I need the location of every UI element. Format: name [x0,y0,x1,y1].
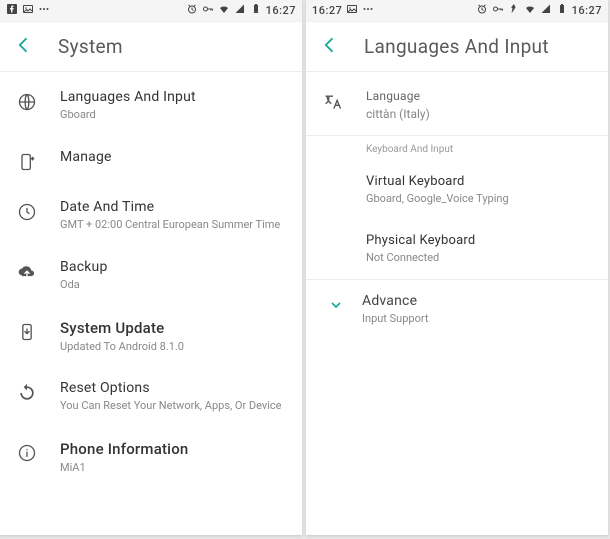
image-icon [346,3,358,18]
wifi-icon [218,3,230,18]
back-button[interactable] [320,35,340,59]
appbar-right: Languages And Input [306,22,608,72]
alarm-icon [476,3,488,18]
row-value: Not Connected [366,251,592,266]
key-icon [492,3,504,18]
restore-icon [16,382,38,404]
more-icon [362,3,374,18]
row-system-update[interactable]: System Update Updated To Android 8.1.0 [0,306,302,368]
row-title: Phone Information [60,440,286,458]
row-physical-keyboard[interactable]: Physical Keyboard Not Connected [306,220,608,279]
chevron-down-icon [326,295,346,315]
row-languages-input[interactable]: Languages And Input Gboard [0,76,302,136]
facebook-icon [6,3,18,18]
page-title: Languages And Input [364,35,549,58]
lang-input-list: Language cittàn (Italy) Keyboard And Inp… [306,72,608,535]
image-icon [22,3,34,18]
row-reset-options[interactable]: Reset Options You Can Reset Your Network… [0,367,302,427]
row-sub: Gboard [60,108,286,123]
location-icon [508,3,520,18]
status-time-left: 16:27 [312,4,342,17]
wifi-icon [524,3,536,18]
row-advance[interactable]: Advance Input Support [306,280,608,340]
row-title: System Update [60,319,286,337]
row-title: Virtual Keyboard [366,174,592,189]
more-icon [38,3,50,18]
row-date-time[interactable]: Date And Time GMT + 02:00 Central Europe… [0,186,302,246]
settings-list: Languages And Input Gboard Manage Date A… [0,72,302,535]
clock-icon [16,201,38,223]
row-value: Input Support [362,312,592,327]
row-sub: Oda [60,278,286,293]
signal-icon [540,3,552,18]
row-title: Reset Options [60,380,286,396]
row-title: Advance [362,293,592,309]
row-phone-information[interactable]: Phone Information MiA1 [0,427,302,489]
page-title: System [58,35,123,58]
translate-icon [322,91,344,113]
row-sub: Updated To Android 8.1.0 [60,340,286,355]
back-button[interactable] [14,35,34,59]
phone-arrow-icon [16,151,38,173]
key-icon [202,3,214,18]
status-bar: 16:27 [0,0,302,22]
globe-icon [16,91,38,113]
row-backup[interactable]: Backup Oda [0,246,302,306]
row-language[interactable]: Language cittàn (Italy) [306,76,608,135]
row-title: Physical Keyboard [366,233,592,248]
row-manage[interactable]: Manage [0,136,302,186]
alarm-icon [186,3,198,18]
row-title: Languages And Input [60,89,286,105]
row-virtual-keyboard[interactable]: Virtual Keyboard Gboard, Google_Voice Ty… [306,161,608,220]
cloud-upload-icon [16,261,38,283]
row-sub: MiA1 [60,461,286,476]
status-bar: 16:27 16:27 [306,0,608,22]
row-value: Gboard, Google_Voice Typing [366,192,592,207]
signal-icon [234,3,246,18]
row-title: Language [366,89,592,103]
phone-right: 16:27 16:27 Languages And Input Language… [306,0,608,535]
row-title: Manage [60,149,286,165]
row-value: cittàn (Italy) [366,106,592,122]
row-sub: GMT + 02:00 Central European Summer Time [60,218,286,233]
phone-left: 16:27 System Languages And Input Gboard … [0,0,302,535]
row-title: Date And Time [60,199,286,215]
phone-update-icon [16,321,38,343]
row-sub: You Can Reset Your Network, Apps, Or Dev… [60,399,286,414]
status-time: 16:27 [266,4,296,17]
battery-icon [250,3,262,18]
appbar-left: System [0,22,302,72]
status-time: 16:27 [572,4,602,17]
battery-icon [556,3,568,18]
section-keyboard-input: Keyboard And Input [306,136,608,161]
info-icon [16,442,38,464]
row-title: Backup [60,259,286,275]
